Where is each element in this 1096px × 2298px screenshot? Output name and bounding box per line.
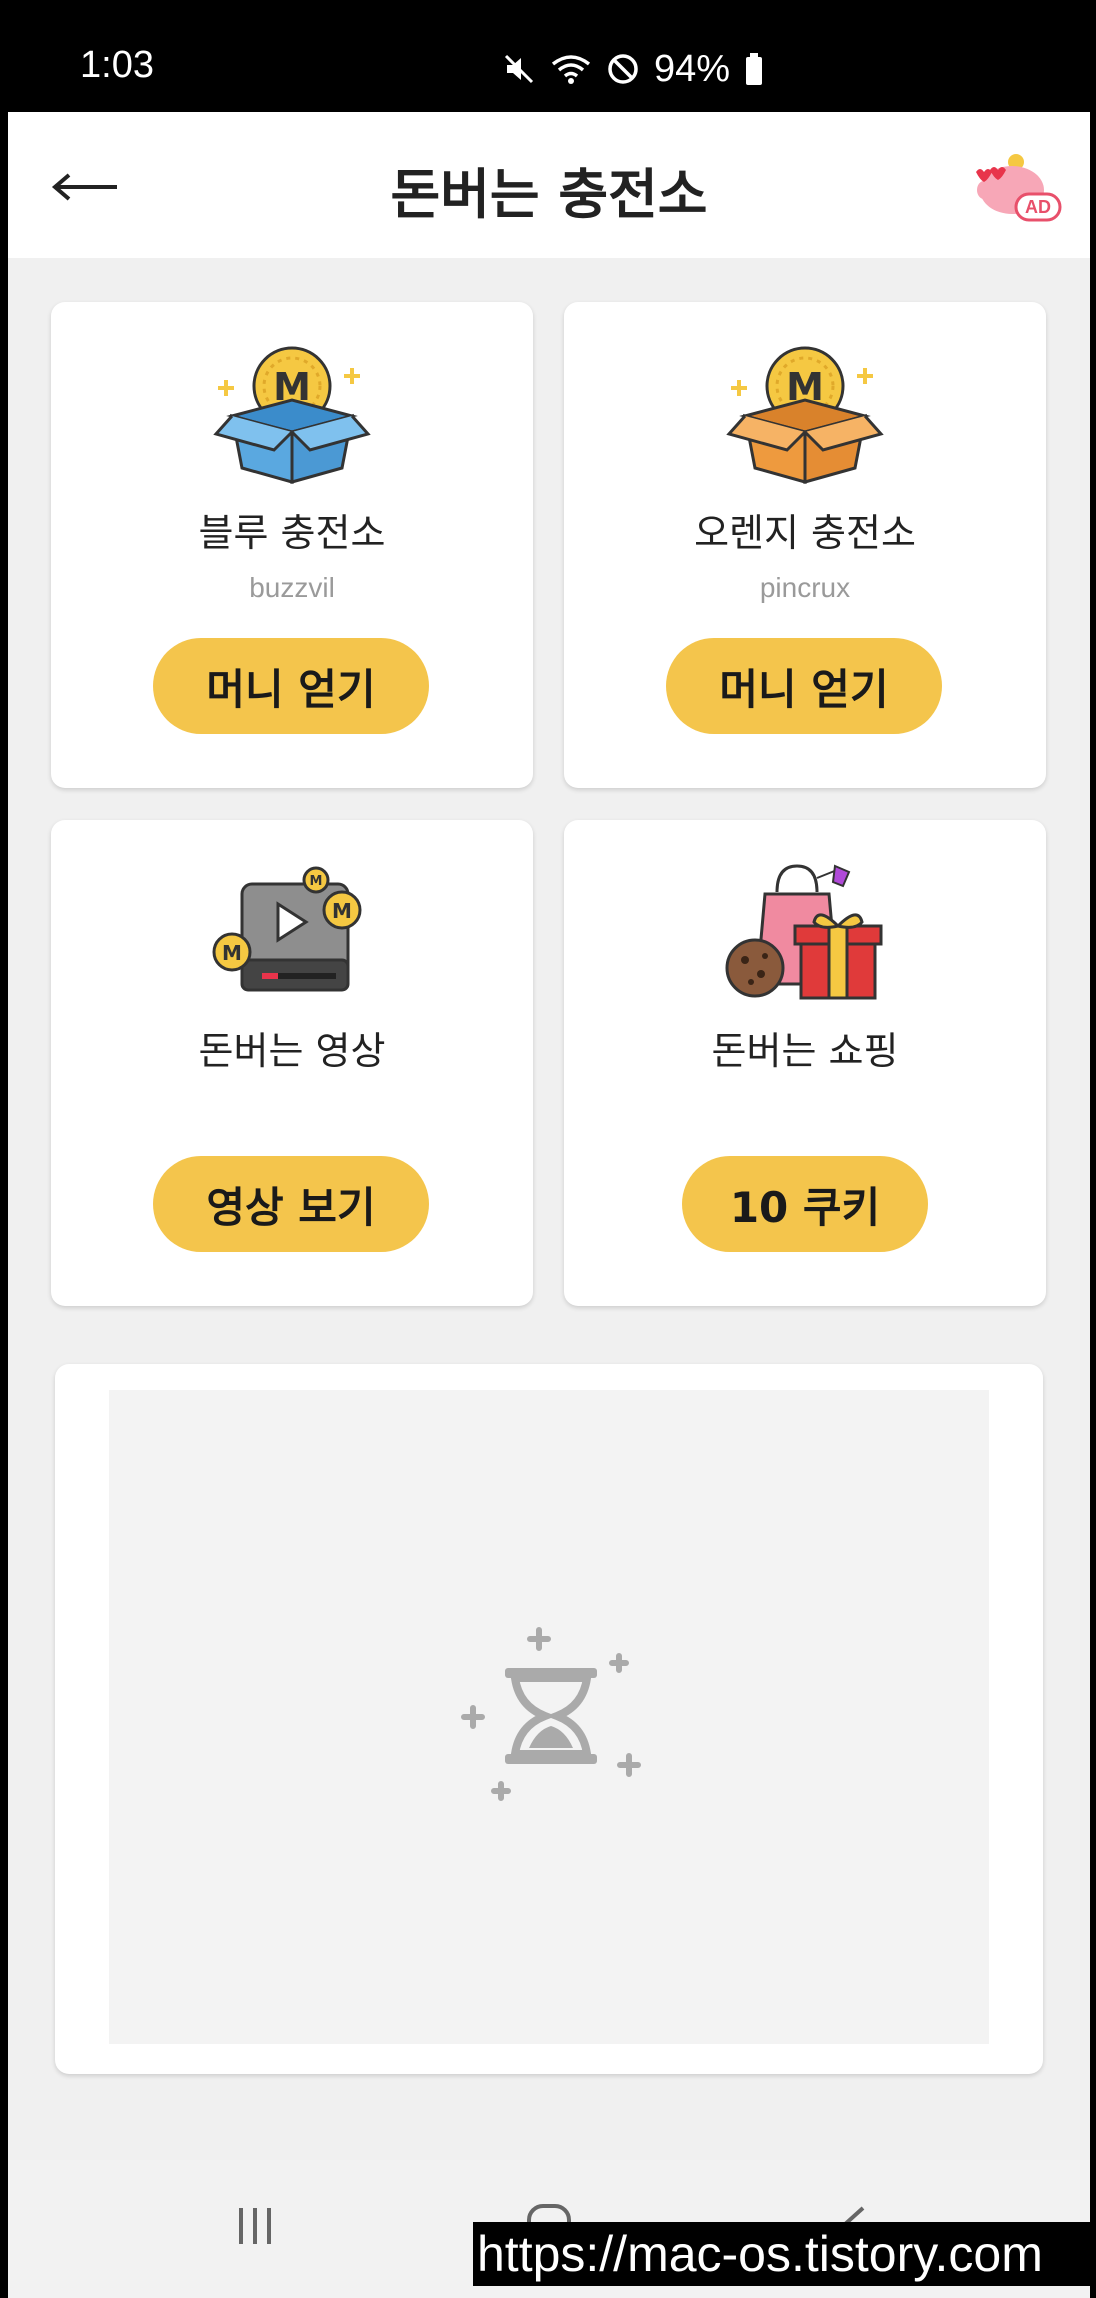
page-title: 돈버는 충전소 bbox=[390, 163, 708, 226]
card-title: 블루 충전소 bbox=[198, 511, 386, 555]
card-subtitle: buzzvil bbox=[249, 572, 335, 603]
card-orange-charger: M 오렌지 충전소 pincrux 머니 얻기 bbox=[564, 302, 1046, 788]
shopping-gift-icon bbox=[725, 864, 883, 1000]
cookie-shopping-button[interactable]: 10 쿠키 bbox=[682, 1156, 928, 1252]
app-header: 돈버는 충전소 AD bbox=[8, 112, 1090, 258]
battery-icon bbox=[744, 52, 764, 86]
svg-text:M: M bbox=[222, 941, 242, 965]
card-blue-charger: M 블루 충전소 buzzvil 머니 얻기 bbox=[51, 302, 533, 788]
ad-badge-label: AD bbox=[1025, 197, 1051, 217]
status-time: 1:03 bbox=[80, 44, 154, 86]
blue-coin-box-icon: M bbox=[213, 346, 371, 484]
hourglass-icon bbox=[461, 1627, 641, 1801]
app-screen: 돈버는 충전소 AD M 블루 충전소 buzzvil 머니 얻기 M 오렌지 … bbox=[8, 112, 1090, 2298]
watermark-url: https://mac-os.tistory.com bbox=[473, 2222, 1096, 2286]
card-subtitle: pincrux bbox=[759, 572, 851, 603]
card-money-video: M M M 돈버는 영상 영상 보기 bbox=[51, 820, 533, 1306]
orange-coin-box-icon: M bbox=[726, 346, 884, 484]
status-bar: 1:03 94% bbox=[0, 0, 1096, 112]
watch-video-button[interactable]: 영상 보기 bbox=[153, 1156, 429, 1252]
status-icons: 94% bbox=[502, 44, 764, 94]
ad-banner-frame bbox=[55, 1364, 1043, 2074]
mute-icon bbox=[502, 52, 536, 86]
wifi-icon bbox=[550, 52, 592, 86]
recent-apps-button[interactable] bbox=[210, 2186, 300, 2266]
battery-percent: 94% bbox=[654, 47, 731, 90]
get-money-button[interactable]: 머니 얻기 bbox=[666, 638, 942, 734]
svg-text:M: M bbox=[310, 874, 323, 889]
get-money-button[interactable]: 머니 얻기 bbox=[153, 638, 429, 734]
piggy-bank-ad-icon[interactable]: AD bbox=[974, 152, 1064, 224]
svg-text:M: M bbox=[332, 899, 352, 923]
card-title: 돈버는 영상 bbox=[198, 1029, 386, 1073]
recent-apps-icon bbox=[239, 2208, 271, 2244]
do-not-disturb-icon bbox=[606, 52, 640, 86]
ad-banner-placeholder[interactable] bbox=[109, 1390, 989, 2044]
card-title: 오렌지 충전소 bbox=[694, 511, 916, 555]
card-title: 돈버는 쇼핑 bbox=[711, 1029, 899, 1073]
card-money-shopping: 돈버는 쇼핑 10 쿠키 bbox=[564, 820, 1046, 1306]
video-coins-icon: M M M bbox=[212, 866, 362, 992]
